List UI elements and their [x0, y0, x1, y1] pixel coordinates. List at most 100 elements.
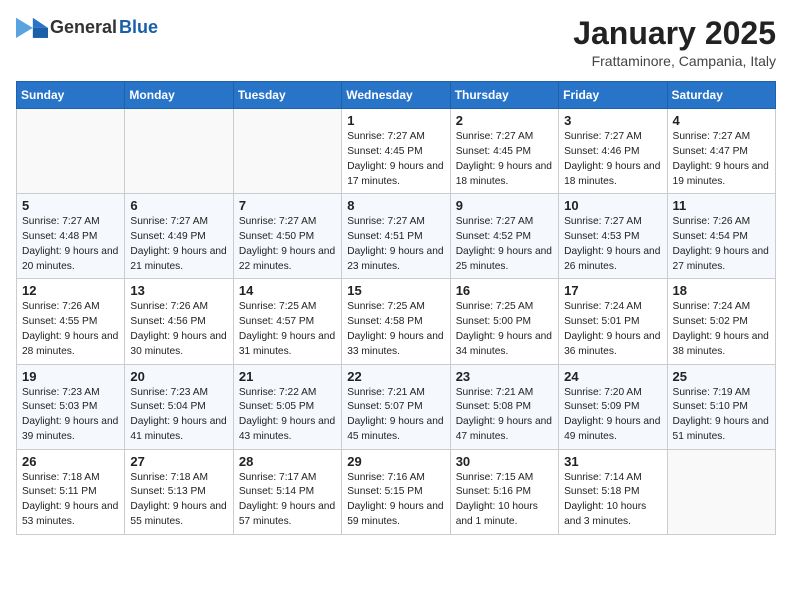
day-number: 6 [130, 198, 227, 213]
calendar-cell: 23Sunrise: 7:21 AMSunset: 5:08 PMDayligh… [450, 364, 558, 449]
weekday-header-monday: Monday [125, 82, 233, 109]
page-header: GeneralBlue January 2025 Frattaminore, C… [16, 16, 776, 69]
calendar-week-row: 19 Sunrise: 7:23 AMSunset: 5:03 PMDayligh… [17, 364, 776, 449]
day-info: Sunrise: 7:27 AMSunset: 4:48 PMDaylight:… [22, 215, 119, 274]
day-number: 8 [347, 198, 444, 213]
day-info: Sunrise: 7:17 AMSunset: 5:14 PMDaylight:… [239, 471, 336, 530]
weekday-header-tuesday: Tuesday [233, 82, 341, 109]
day-number: 15 [347, 283, 444, 298]
calendar-cell [233, 109, 341, 194]
calendar-cell: 31 Sunrise: 7:14 AMSunset: 5:18 PMDayligh… [559, 449, 667, 534]
calendar-cell: 3 Sunrise: 7:27 AMSunset: 4:46 PMDaylight… [559, 109, 667, 194]
weekday-header-sunday: Sunday [17, 82, 125, 109]
calendar-cell: 14 Sunrise: 7:25 AMSunset: 4:57 PMDayligh… [233, 279, 341, 364]
day-info: Sunrise: 7:16 AMSunset: 5:15 PMDaylight:… [347, 471, 444, 530]
day-info: Sunrise: 7:25 AMSunset: 4:57 PMDaylight:… [239, 300, 336, 359]
logo-blue-text: Blue [119, 17, 158, 38]
day-info: Sunrise: 7:21 AMSunset: 5:07 PMDaylight:… [347, 386, 444, 445]
day-number: 4 [673, 113, 770, 128]
calendar-cell [17, 109, 125, 194]
day-number: 26 [22, 454, 119, 469]
day-number: 31 [564, 454, 661, 469]
calendar-cell: 5 Sunrise: 7:27 AMSunset: 4:48 PMDaylight… [17, 194, 125, 279]
day-info: Sunrise: 7:26 AMSunset: 4:55 PMDaylight:… [22, 300, 119, 359]
logo: GeneralBlue [16, 16, 158, 38]
day-info: Sunrise: 7:15 AMSunset: 5:16 PMDaylight:… [456, 471, 553, 530]
day-info: Sunrise: 7:27 AMSunset: 4:53 PMDaylight:… [564, 215, 661, 274]
day-info: Sunrise: 7:19 AMSunset: 5:10 PMDaylight:… [673, 386, 770, 445]
calendar-cell: 7Sunrise: 7:27 AMSunset: 4:50 PMDaylight… [233, 194, 341, 279]
day-info: Sunrise: 7:24 AMSunset: 5:01 PMDaylight:… [564, 300, 661, 359]
day-number: 23 [456, 369, 553, 384]
day-number: 16 [456, 283, 553, 298]
calendar-cell: 27Sunrise: 7:18 AMSunset: 5:13 PMDayligh… [125, 449, 233, 534]
day-info: Sunrise: 7:14 AMSunset: 5:18 PMDaylight:… [564, 471, 661, 530]
day-info: Sunrise: 7:20 AMSunset: 5:09 PMDaylight:… [564, 386, 661, 445]
day-info: Sunrise: 7:23 AMSunset: 5:03 PMDaylight:… [22, 386, 119, 445]
day-info: Sunrise: 7:26 AMSunset: 4:56 PMDaylight:… [130, 300, 227, 359]
weekday-header-wednesday: Wednesday [342, 82, 450, 109]
day-number: 25 [673, 369, 770, 384]
calendar-cell: 16Sunrise: 7:25 AMSunset: 5:00 PMDayligh… [450, 279, 558, 364]
day-number: 12 [22, 283, 119, 298]
day-number: 17 [564, 283, 661, 298]
day-info: Sunrise: 7:26 AMSunset: 4:54 PMDaylight:… [673, 215, 770, 274]
day-number: 21 [239, 369, 336, 384]
day-info: Sunrise: 7:18 AMSunset: 5:11 PMDaylight:… [22, 471, 119, 530]
day-info: Sunrise: 7:24 AMSunset: 5:02 PMDaylight:… [673, 300, 770, 359]
day-number: 5 [22, 198, 119, 213]
calendar-cell: 30 Sunrise: 7:15 AMSunset: 5:16 PMDayligh… [450, 449, 558, 534]
calendar-table: SundayMondayTuesdayWednesdayThursdayFrid… [16, 81, 776, 535]
calendar-cell: 11 Sunrise: 7:26 AMSunset: 4:54 PMDayligh… [667, 194, 775, 279]
day-number: 2 [456, 113, 553, 128]
day-number: 27 [130, 454, 227, 469]
day-number: 20 [130, 369, 227, 384]
day-number: 14 [239, 283, 336, 298]
calendar-cell: 18Sunrise: 7:24 AMSunset: 5:02 PMDayligh… [667, 279, 775, 364]
weekday-header-saturday: Saturday [667, 82, 775, 109]
location-text: Frattaminore, Campania, Italy [573, 53, 776, 69]
calendar-cell: 29 Sunrise: 7:16 AMSunset: 5:15 PMDayligh… [342, 449, 450, 534]
calendar-cell: 17 Sunrise: 7:24 AMSunset: 5:01 PMDayligh… [559, 279, 667, 364]
weekday-header-row: SundayMondayTuesdayWednesdayThursdayFrid… [17, 82, 776, 109]
calendar-cell: 6 Sunrise: 7:27 AMSunset: 4:49 PMDaylight… [125, 194, 233, 279]
calendar-cell: 8 Sunrise: 7:27 AMSunset: 4:51 PMDaylight… [342, 194, 450, 279]
day-number: 11 [673, 198, 770, 213]
calendar-cell: 25 Sunrise: 7:19 AMSunset: 5:10 PMDayligh… [667, 364, 775, 449]
calendar-cell: 28 Sunrise: 7:17 AMSunset: 5:14 PMDayligh… [233, 449, 341, 534]
day-info: Sunrise: 7:27 AMSunset: 4:51 PMDaylight:… [347, 215, 444, 274]
calendar-cell: 10Sunrise: 7:27 AMSunset: 4:53 PMDayligh… [559, 194, 667, 279]
calendar-week-row: 5 Sunrise: 7:27 AMSunset: 4:48 PMDaylight… [17, 194, 776, 279]
calendar-week-row: 1 Sunrise: 7:27 AMSunset: 4:45 PMDaylight… [17, 109, 776, 194]
day-number: 28 [239, 454, 336, 469]
calendar-cell [125, 109, 233, 194]
month-title: January 2025 [573, 16, 776, 51]
day-number: 30 [456, 454, 553, 469]
calendar-cell: 19 Sunrise: 7:23 AMSunset: 5:03 PMDayligh… [17, 364, 125, 449]
day-number: 19 [22, 369, 119, 384]
title-area: January 2025 Frattaminore, Campania, Ita… [573, 16, 776, 69]
weekday-header-thursday: Thursday [450, 82, 558, 109]
day-number: 9 [456, 198, 553, 213]
calendar-week-row: 26 Sunrise: 7:18 AMSunset: 5:11 PMDayligh… [17, 449, 776, 534]
day-number: 3 [564, 113, 661, 128]
calendar-cell: 2 Sunrise: 7:27 AMSunset: 4:45 PMDaylight… [450, 109, 558, 194]
logo-general-text: General [50, 17, 117, 38]
calendar-week-row: 12 Sunrise: 7:26 AMSunset: 4:55 PMDayligh… [17, 279, 776, 364]
day-number: 1 [347, 113, 444, 128]
day-number: 29 [347, 454, 444, 469]
calendar-cell: 1Sunrise: 7:27 AMSunset: 4:45 PMDaylight… [342, 109, 450, 194]
logo-icon [16, 16, 48, 38]
calendar-cell: 20 Sunrise: 7:23 AMSunset: 5:04 PMDayligh… [125, 364, 233, 449]
day-info: Sunrise: 7:27 AMSunset: 4:49 PMDaylight:… [130, 215, 227, 274]
day-info: Sunrise: 7:23 AMSunset: 5:04 PMDaylight:… [130, 386, 227, 445]
calendar-cell: 24 Sunrise: 7:20 AMSunset: 5:09 PMDayligh… [559, 364, 667, 449]
day-info: Sunrise: 7:27 AMSunset: 4:47 PMDaylight:… [673, 130, 770, 189]
day-info: Sunrise: 7:27 AMSunset: 4:46 PMDaylight:… [564, 130, 661, 189]
calendar-cell: 22Sunrise: 7:21 AMSunset: 5:07 PMDayligh… [342, 364, 450, 449]
calendar-cell: 12 Sunrise: 7:26 AMSunset: 4:55 PMDayligh… [17, 279, 125, 364]
day-info: Sunrise: 7:27 AMSunset: 4:45 PMDaylight:… [456, 130, 553, 189]
day-number: 24 [564, 369, 661, 384]
calendar-cell: 13Sunrise: 7:26 AMSunset: 4:56 PMDayligh… [125, 279, 233, 364]
calendar-cell: 26 Sunrise: 7:18 AMSunset: 5:11 PMDayligh… [17, 449, 125, 534]
